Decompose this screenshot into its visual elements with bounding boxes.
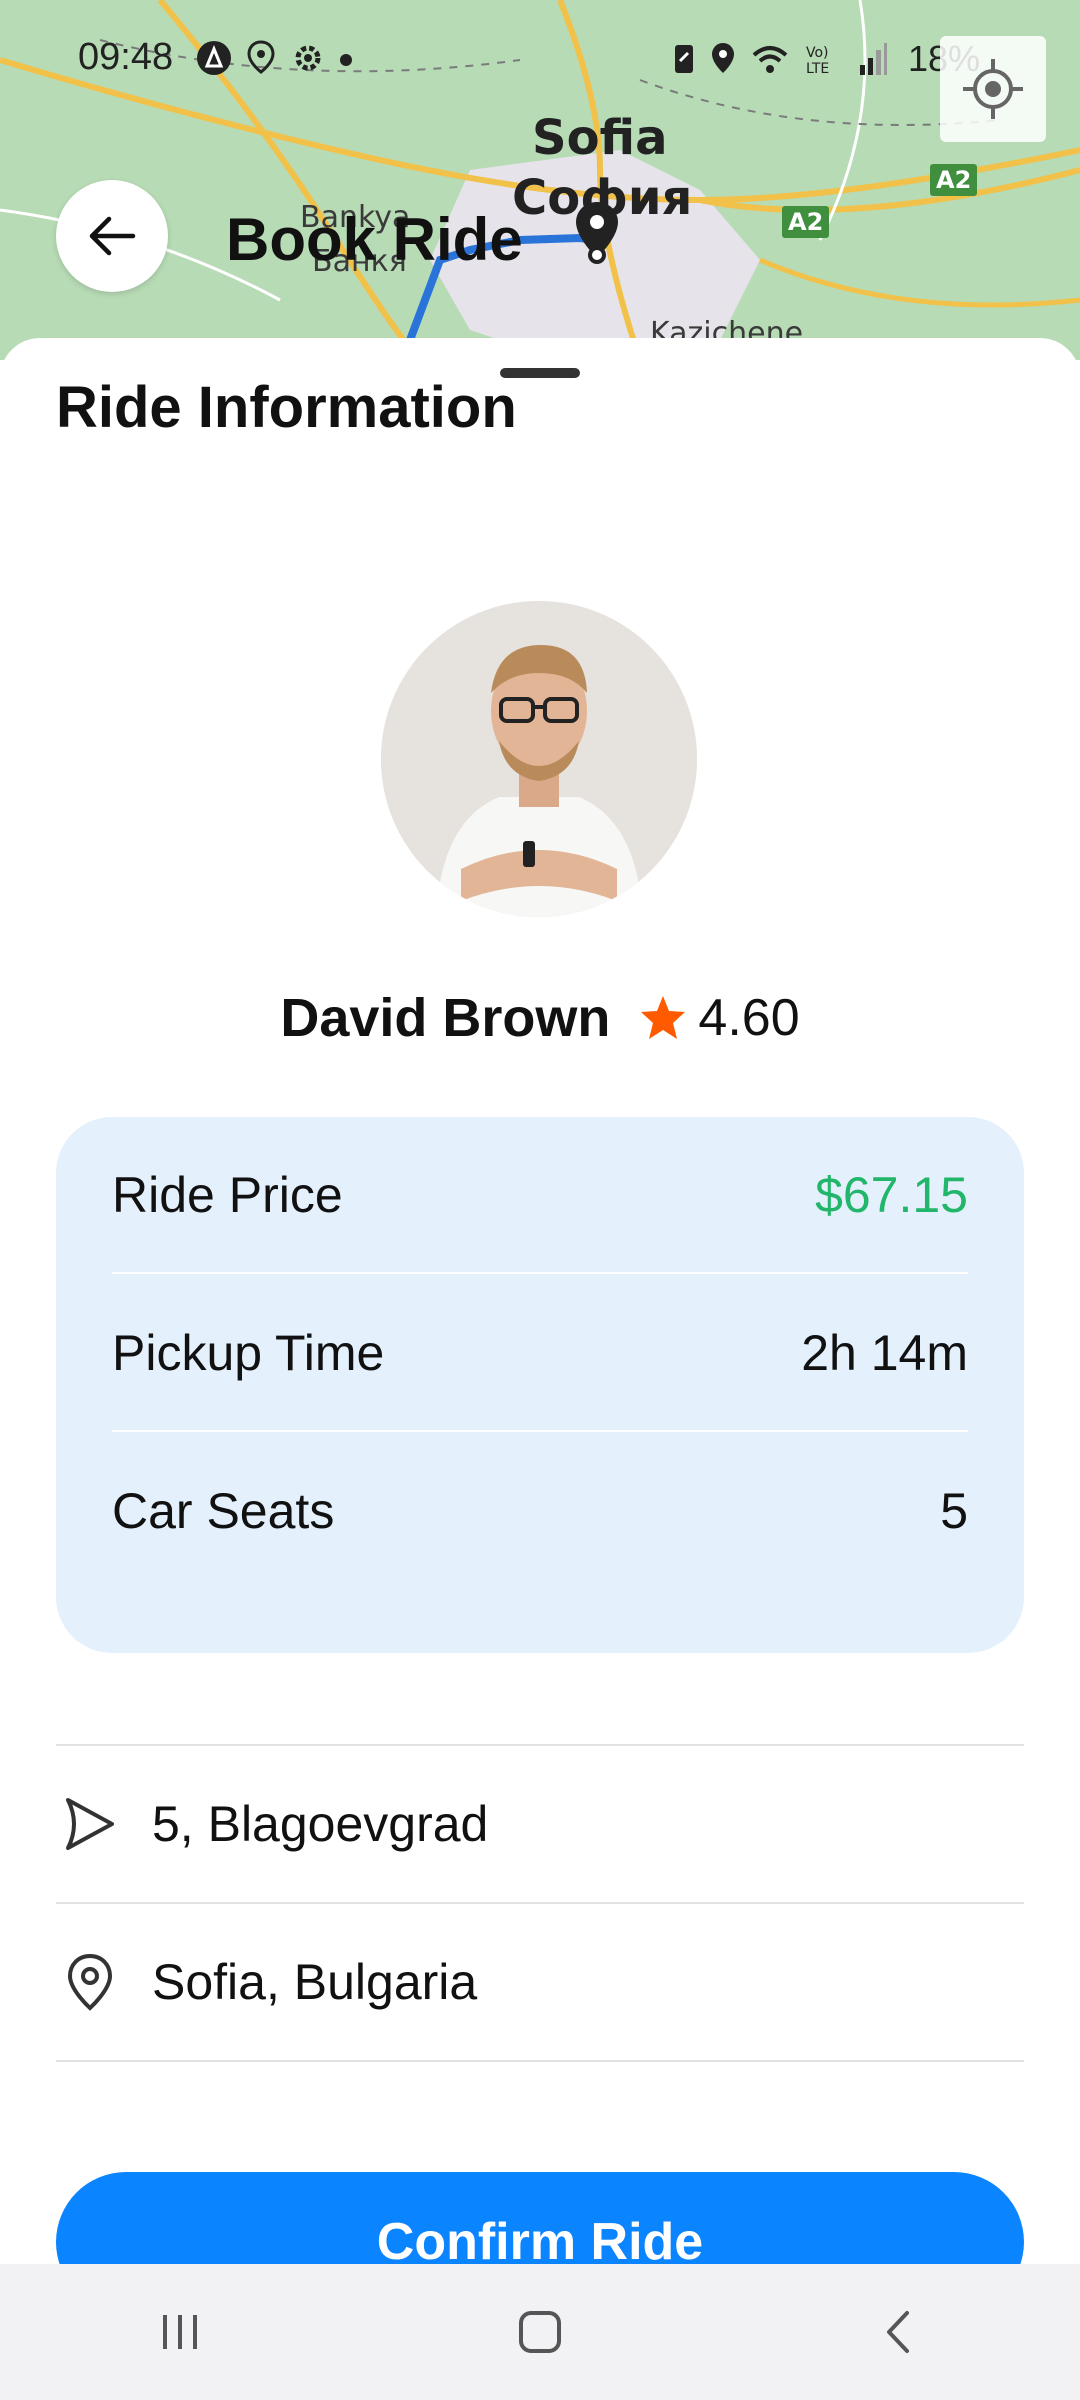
system-navigation-bar — [0, 2264, 1080, 2400]
star-icon — [641, 996, 686, 1039]
status-icons-right: Vo)LTE 18% — [672, 38, 980, 80]
sheet-title: Ride Information — [56, 375, 517, 440]
destination-location: Sofia, Bulgaria — [56, 1904, 1024, 2060]
page-title: Book Ride — [226, 206, 523, 273]
pickup-location-text: 5, Blagoevgrad — [152, 1796, 489, 1852]
system-back-button[interactable] — [830, 2282, 970, 2382]
battery-saver-icon — [675, 45, 693, 73]
pickup-location: 5, Blagoevgrad — [56, 1746, 1024, 1902]
map-pin-icon — [56, 1952, 124, 2012]
notification-dot — [340, 54, 352, 66]
wifi-icon — [752, 46, 788, 73]
location-icon — [712, 43, 734, 73]
ride-price-label: Ride Price — [112, 1167, 343, 1223]
driver-info: David Brown 4.60 — [0, 978, 1080, 1058]
ride-price-value: $67.15 — [815, 1167, 968, 1223]
driver-name: David Brown — [280, 988, 611, 1048]
svg-text:Vo): Vo) — [806, 45, 829, 61]
back-button[interactable] — [56, 180, 168, 292]
location-icon — [247, 40, 275, 74]
ride-price-row: Ride Price $67.15 — [112, 1117, 968, 1273]
road-sign: A2 — [930, 164, 978, 196]
nav-app-icon — [197, 41, 231, 75]
my-location-button[interactable] — [940, 36, 1046, 142]
svg-text:LTE: LTE — [806, 61, 829, 77]
pickup-time-label: Pickup Time — [112, 1325, 385, 1381]
divider — [112, 1430, 968, 1432]
destination-location-text: Sofia, Bulgaria — [152, 1954, 478, 2010]
pickup-time-value: 2h 14m — [801, 1325, 968, 1381]
destination-pin-icon — [576, 202, 618, 264]
status-time: 09:48 — [78, 36, 174, 78]
arrow-left-icon — [89, 216, 136, 256]
car-seats-value: 5 — [940, 1483, 968, 1539]
ride-details-card: Ride Price $67.15 Pickup Time 2h 14m Car… — [56, 1117, 1024, 1653]
settings-icon — [295, 45, 321, 71]
car-seats-row: Car Seats 5 — [112, 1433, 968, 1589]
ride-info-sheet: Ride Information David Brown 4.60 Ride P… — [0, 338, 1080, 2268]
crosshair-icon — [963, 59, 1023, 119]
driver-avatar — [381, 601, 697, 917]
status-bar: 09:48 Vo)LTE 18% — [0, 0, 1080, 120]
road-sign: A2 — [782, 206, 830, 238]
driver-photo — [381, 601, 697, 917]
confirm-ride-button[interactable]: Confirm Ride — [56, 2172, 1024, 2268]
status-icons-left — [196, 40, 352, 76]
home-button[interactable] — [470, 2282, 610, 2382]
car-seats-label: Car Seats — [112, 1483, 335, 1539]
pickup-time-row: Pickup Time 2h 14m — [112, 1275, 968, 1431]
back-icon — [887, 2311, 909, 2353]
recent-apps-button[interactable] — [110, 2282, 250, 2382]
divider — [56, 2060, 1024, 2062]
divider — [112, 1272, 968, 1274]
rating-value: 4.60 — [698, 989, 800, 1047]
recent-apps-icon — [163, 2315, 197, 2349]
navigation-arrow-icon — [56, 1794, 124, 1854]
volte-icon: Vo)LTE — [806, 45, 829, 77]
driver-rating: 4.60 — [638, 988, 800, 1048]
signal-icon — [860, 43, 887, 75]
home-icon — [519, 2311, 561, 2353]
